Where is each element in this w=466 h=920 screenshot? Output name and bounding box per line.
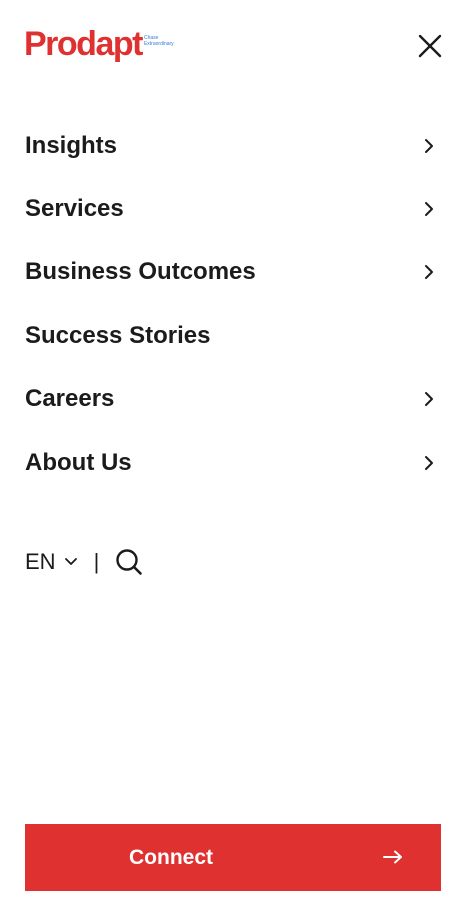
language-selector[interactable]: EN	[25, 549, 78, 575]
close-menu-button[interactable]	[417, 33, 443, 59]
nav-item-about-us[interactable]: About Us	[0, 431, 466, 494]
chevron-right-icon[interactable]	[423, 455, 435, 471]
nav-item-insights[interactable]: Insights	[0, 114, 466, 177]
main-nav: Insights Services Business Outcomes Succ…	[0, 114, 466, 494]
utility-bar: EN |	[25, 546, 143, 578]
search-button[interactable]	[115, 548, 143, 576]
arrow-right-icon	[383, 850, 402, 864]
logo-tagline: Chase Extraordinary	[144, 35, 174, 47]
chevron-right-icon[interactable]	[423, 138, 435, 154]
nav-item-label: Success Stories	[25, 321, 211, 349]
divider: |	[93, 549, 100, 574]
logo-tagline-line: Extraordinary	[143, 41, 174, 47]
chevron-right-icon[interactable]	[423, 264, 435, 280]
nav-item-services[interactable]: Services	[0, 177, 466, 240]
header: Prodapt Chase Extraordinary	[0, 0, 466, 90]
language-label: EN	[25, 549, 56, 574]
connect-button-label: Connect	[129, 845, 213, 869]
close-icon	[418, 34, 442, 58]
chevron-right-icon[interactable]	[423, 391, 435, 407]
logo-wordmark: Prodapt	[24, 25, 143, 63]
nav-item-label: Insights	[25, 131, 118, 159]
connect-button[interactable]: Connect	[25, 824, 441, 891]
chevron-right-icon[interactable]	[423, 201, 435, 217]
chevron-down-icon	[64, 558, 77, 565]
nav-item-success-stories[interactable]: Success Stories	[0, 304, 466, 367]
search-icon	[116, 549, 143, 575]
nav-item-label: Services	[25, 195, 124, 223]
nav-item-label: Careers	[25, 385, 115, 413]
nav-item-business-outcomes[interactable]: Business Outcomes	[0, 241, 466, 304]
logo[interactable]: Prodapt Chase Extraordinary	[24, 24, 174, 64]
nav-item-label: Business Outcomes	[25, 258, 256, 286]
nav-item-careers[interactable]: Careers	[0, 368, 466, 431]
nav-item-label: About Us	[25, 448, 132, 476]
